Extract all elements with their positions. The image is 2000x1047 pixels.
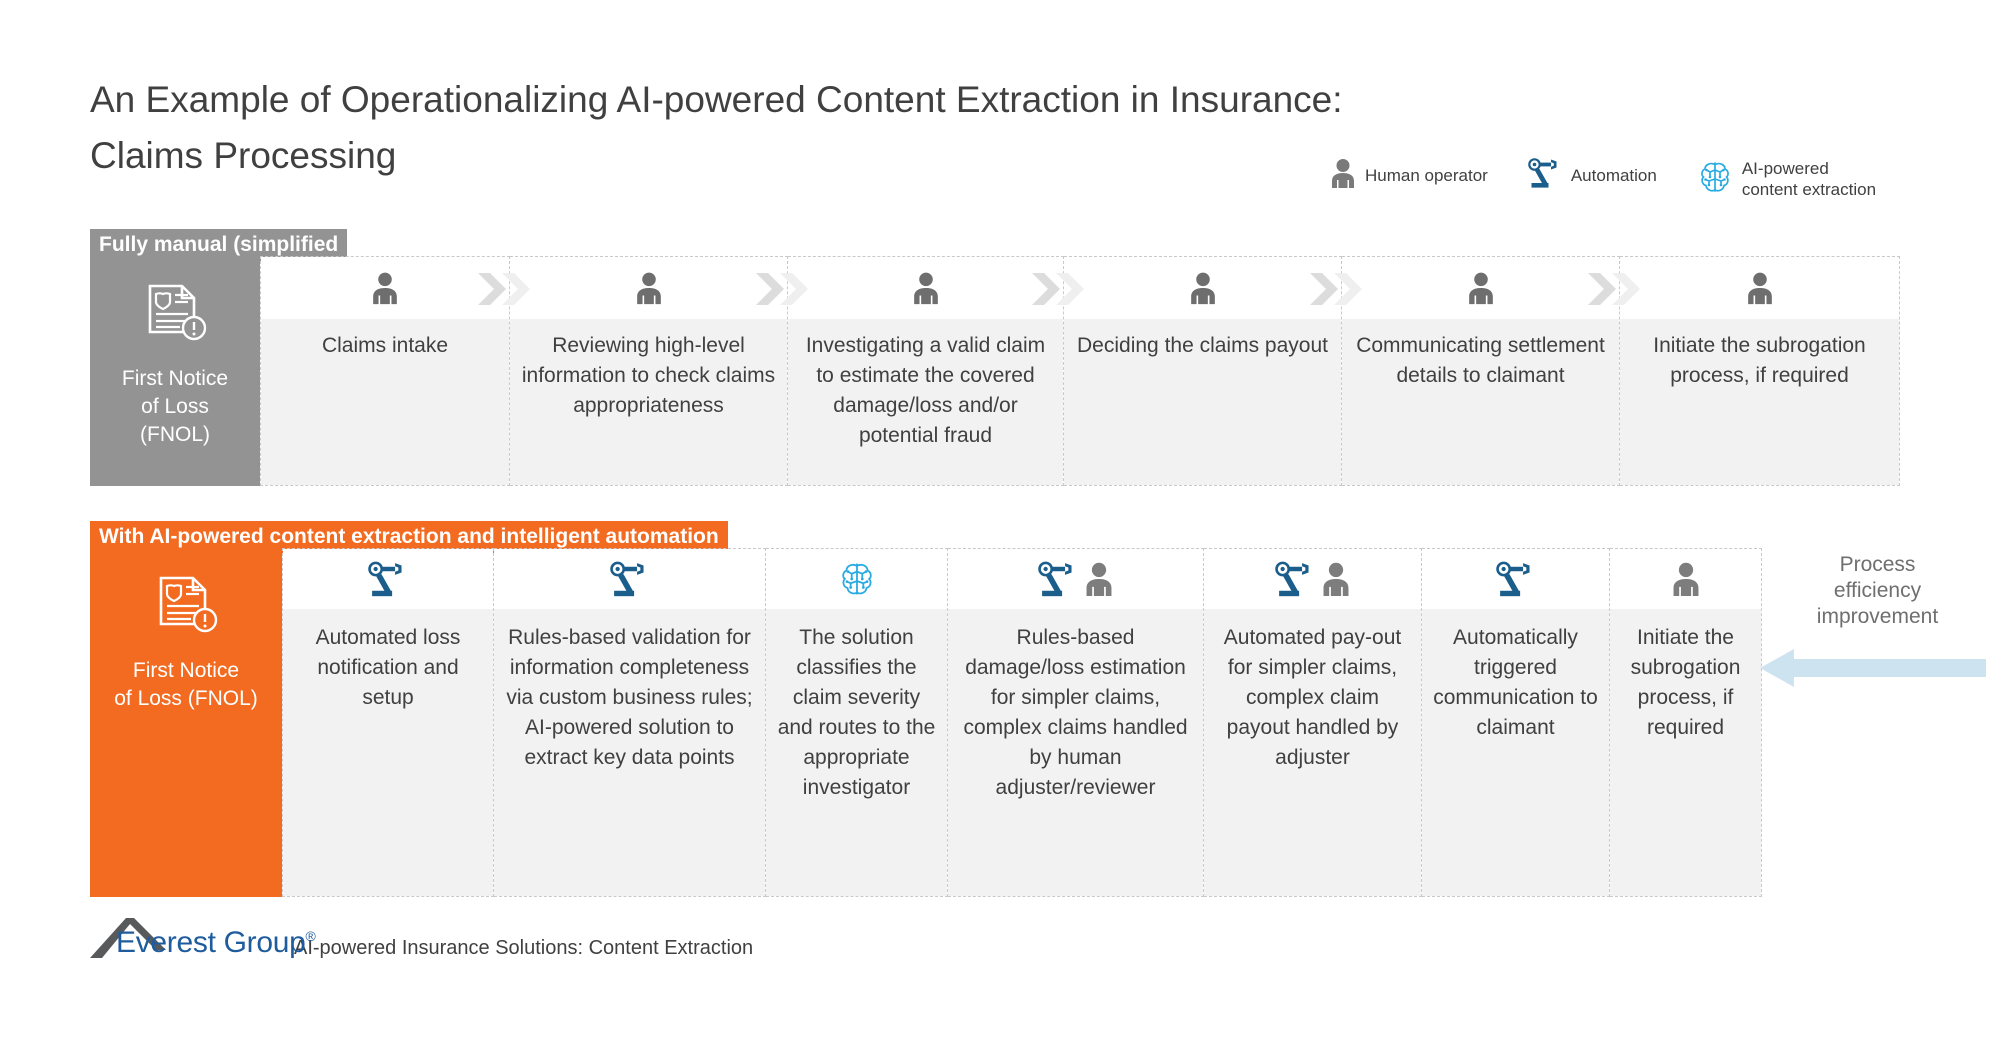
step-text: Rules-based damage/loss estimation for s…	[948, 609, 1203, 896]
ai-brain-icon	[1697, 159, 1733, 200]
fnol-label: First Notice of Loss (FNOL)	[121, 367, 229, 446]
step-icon-zone	[283, 549, 493, 609]
ai-brain-icon	[841, 563, 872, 595]
fnol-block-ai: First Notice of Loss (FNOL)	[90, 548, 282, 897]
step-ai-solution-classifies-severity[interactable]: The solution classifies the claim severi…	[766, 548, 948, 897]
step-ai-automatic-communication[interactable]: Automatically triggered communication to…	[1422, 548, 1610, 897]
automation-robot-arm-icon	[368, 561, 402, 597]
step-manual-reviewing-high-level-info[interactable]: Reviewing high-level information to chec…	[510, 256, 808, 486]
human-operator-icon	[1468, 272, 1493, 305]
step-manual-claims-intake[interactable]: Claims intake	[260, 256, 530, 486]
footer-caption: AI-powered Insurance Solutions: Content …	[294, 937, 754, 959]
step-text: Initiate the subrogation process, if req…	[1610, 609, 1761, 896]
legend: Human operator Automation AI-powered con…	[1330, 158, 1876, 200]
automation-robot-arm-icon	[1495, 561, 1530, 597]
logo-wordmark: Everest Group®	[116, 926, 316, 960]
automation-robot-arm-icon	[1274, 561, 1309, 597]
step-icon-zone	[1422, 549, 1609, 609]
process-row-ai: First Notice of Loss (FNOL) Automated lo…	[90, 548, 1762, 897]
step-text: Communicating settlement details to clai…	[1342, 319, 1619, 485]
legend-item-ai-content-extraction: AI-powered content extraction	[1697, 158, 1876, 200]
step-text: Initiate the subrogation process, if req…	[1620, 319, 1899, 485]
step-manual-investigating-valid-claim[interactable]: Investigating a valid claim to estimate …	[788, 256, 1084, 486]
step-manual-communicating-settlement[interactable]: Communicating settlement details to clai…	[1342, 256, 1640, 486]
fnol-block-manual: First Notice of Loss (FNOL)	[90, 256, 260, 486]
step-text: Automated pay-out for simpler claims, co…	[1204, 609, 1421, 896]
step-text: Investigating a valid claim to estimate …	[788, 319, 1063, 485]
step-ai-automated-loss-notification[interactable]: Automated loss notification and setup	[282, 548, 494, 897]
human-operator-icon	[913, 272, 938, 305]
step-manual-initiate-subrogation[interactable]: Initiate the subrogation process, if req…	[1620, 256, 1900, 486]
legend-label: AI-powered content extraction	[1741, 159, 1877, 199]
step-icon-zone	[510, 257, 808, 319]
step-icon-zone	[1610, 549, 1761, 609]
automation-robot-arm-icon	[1528, 158, 1562, 193]
step-text: Automated loss notification and setup	[283, 609, 493, 896]
automation-robot-arm-icon	[609, 561, 644, 597]
human-operator-icon	[1673, 562, 1698, 596]
human-operator-icon	[1330, 158, 1356, 193]
human-operator-icon	[636, 272, 661, 305]
efficiency-left-arrow-icon	[1760, 645, 1986, 696]
step-icon-zone	[788, 257, 1084, 319]
step-ai-automated-payout[interactable]: Automated pay-out for simpler claims, co…	[1204, 548, 1422, 897]
step-icon-zone	[948, 549, 1203, 609]
slide-canvas: An Example of Operationalizing AI-powere…	[0, 0, 2000, 1047]
legend-item-human-operator: Human operator	[1330, 158, 1488, 193]
step-icon-zone	[1342, 257, 1640, 319]
manual-steps: Claims intake Reviewing high-level infor…	[260, 256, 1938, 486]
human-operator-icon	[373, 272, 397, 305]
process-efficiency-label: Process efficiency improvement	[1816, 553, 1939, 628]
process-row-manual: First Notice of Loss (FNOL) Claims intak…	[90, 256, 1938, 486]
step-text: Claims intake	[261, 319, 509, 485]
fnol-document-alert-icon	[153, 574, 219, 645]
step-icon-zone	[766, 549, 947, 609]
step-text: Reviewing high-level information to chec…	[510, 319, 787, 485]
step-text: Rules-based validation for information c…	[494, 609, 765, 896]
legend-item-automation: Automation	[1528, 158, 1657, 193]
legend-label: Automation	[1570, 166, 1657, 185]
step-text: Automatically triggered communication to…	[1422, 609, 1609, 896]
human-operator-icon	[1190, 272, 1215, 305]
fnol-document-alert-icon	[142, 282, 208, 353]
human-operator-icon	[1323, 562, 1348, 596]
step-icon-zone	[494, 549, 765, 609]
step-icon-zone	[1620, 257, 1899, 319]
step-ai-initiate-subrogation[interactable]: Initiate the subrogation process, if req…	[1610, 548, 1762, 897]
step-ai-rules-based-validation[interactable]: Rules-based validation for information c…	[494, 548, 766, 897]
registered-mark: ®	[305, 928, 316, 944]
logo-name: Everest Group	[116, 926, 306, 959]
step-ai-rules-based-damage-estimation[interactable]: Rules-based damage/loss estimation for s…	[948, 548, 1204, 897]
everest-group-logo: Everest Group®	[88, 910, 316, 966]
human-operator-icon	[1086, 562, 1111, 596]
step-text: Deciding the claims payout	[1064, 319, 1341, 485]
automation-robot-arm-icon	[1037, 561, 1072, 597]
footer: Everest Group® AI-powered Insurance Solu…	[88, 910, 753, 966]
step-icon-zone	[261, 257, 530, 319]
human-operator-icon	[1747, 272, 1772, 305]
step-icon-zone	[1204, 549, 1421, 609]
ai-steps: Automated loss notification and setup Ru…	[282, 548, 1762, 897]
step-icon-zone	[1064, 257, 1362, 319]
fnol-label: First Notice of Loss (FNOL)	[114, 659, 258, 710]
step-text: The solution classifies the claim severi…	[766, 609, 947, 896]
legend-label: Human operator	[1365, 166, 1488, 185]
step-manual-deciding-claims-payout[interactable]: Deciding the claims payout	[1064, 256, 1362, 486]
